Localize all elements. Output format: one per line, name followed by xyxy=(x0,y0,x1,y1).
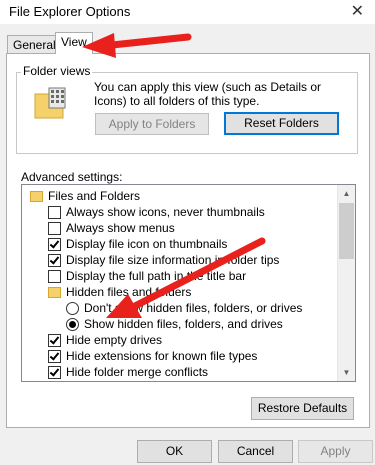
setting-label: Show hidden files, folders, and drives xyxy=(84,317,283,331)
tab-strip: General View xyxy=(0,30,375,54)
folder-icon xyxy=(30,191,43,202)
setting-label: Always show menus xyxy=(66,221,175,235)
tree-row-label: Hidden files and folders xyxy=(66,285,192,299)
setting-label: Always show icons, never thumbnails xyxy=(66,205,265,219)
checkbox[interactable] xyxy=(48,206,61,219)
setting-label: Hide empty drives xyxy=(66,333,163,347)
checkbox[interactable] xyxy=(48,222,61,235)
setting-label: Hide folder merge conflicts xyxy=(66,365,209,379)
advanced-settings-label: Advanced settings: xyxy=(21,170,123,184)
tree-scrollbar[interactable]: ▲ ▼ xyxy=(337,185,355,381)
setting-label: Display the full path in the title bar xyxy=(66,269,247,283)
restore-defaults-button[interactable]: Restore Defaults xyxy=(251,397,354,420)
scroll-up-icon[interactable]: ▲ xyxy=(338,185,355,202)
setting-label: Hide extensions for known file types xyxy=(66,349,258,363)
folder-icon xyxy=(48,287,61,298)
folder-views-description: You can apply this view (such as Details… xyxy=(94,80,322,108)
folder-views-label: Folder views xyxy=(21,64,93,78)
window-title: File Explorer Options xyxy=(9,4,131,19)
apply-to-folders-button[interactable]: Apply to Folders xyxy=(95,113,209,135)
reset-folders-button[interactable]: Reset Folders xyxy=(224,112,339,135)
ok-button[interactable]: OK xyxy=(137,440,212,463)
radio-button[interactable] xyxy=(66,318,79,331)
title-bar: File Explorer Options ✕ xyxy=(0,0,375,24)
checkbox[interactable] xyxy=(48,254,61,267)
tab-general[interactable]: General xyxy=(7,35,62,54)
folder-views-icon xyxy=(34,87,66,119)
advanced-settings-tree[interactable]: Files and Folders Always show icons, nev… xyxy=(21,184,356,382)
tree-row-label: Files and Folders xyxy=(48,189,141,203)
checkbox[interactable] xyxy=(48,366,61,379)
checkbox[interactable] xyxy=(48,238,61,251)
radio-button[interactable] xyxy=(66,302,79,315)
checkbox[interactable] xyxy=(48,270,61,283)
setting-label: Don't show hidden files, folders, or dri… xyxy=(84,301,303,315)
cancel-button[interactable]: Cancel xyxy=(218,440,293,463)
scrollbar-thumb[interactable] xyxy=(339,203,354,259)
apply-button[interactable]: Apply xyxy=(298,440,373,463)
setting-label: Display file size information in folder … xyxy=(66,253,280,267)
checkbox[interactable] xyxy=(48,350,61,363)
checkbox[interactable] xyxy=(48,334,61,347)
tab-view[interactable]: View xyxy=(55,32,93,54)
scroll-down-icon[interactable]: ▼ xyxy=(338,364,355,381)
setting-label: Display file icon on thumbnails xyxy=(66,237,228,251)
close-icon[interactable]: ✕ xyxy=(351,1,364,21)
